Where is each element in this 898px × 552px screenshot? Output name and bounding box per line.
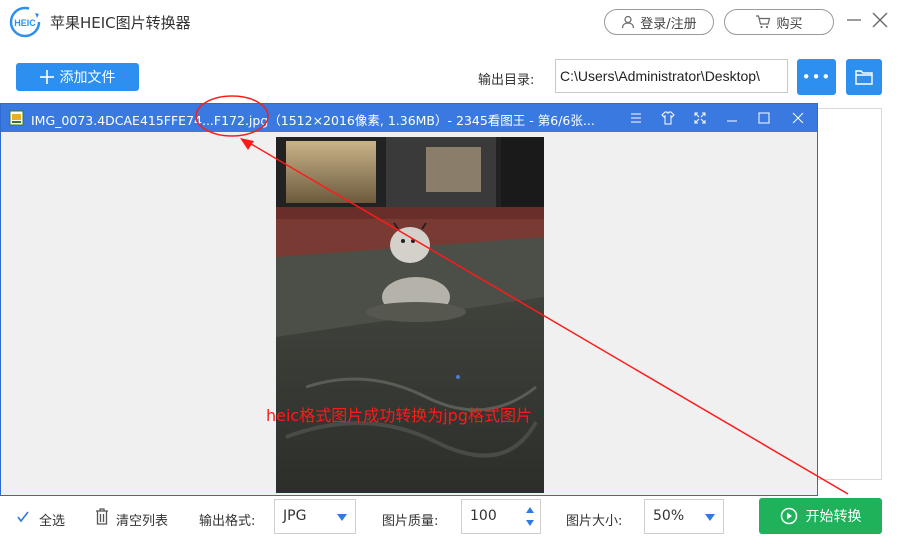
chevron-down-icon	[337, 514, 347, 521]
buy-label: 购买	[776, 16, 803, 32]
clear-list-button[interactable]: 清空列表	[116, 510, 168, 529]
chevron-down-icon	[705, 514, 715, 521]
logo-text: HEIC	[14, 18, 36, 28]
add-file-label: 添加文件	[59, 70, 116, 86]
output-format-value: JPG	[283, 508, 307, 524]
start-convert-button[interactable]: 开始转换	[759, 498, 882, 534]
quality-value: 100	[470, 508, 497, 524]
viewer-app-icon	[9, 110, 25, 126]
app-title: 苹果HEIC图片转换器	[50, 14, 191, 32]
viewer-minimize-icon[interactable]	[724, 110, 740, 126]
output-dir-input[interactable]: C:\Users\Administrator\Desktop\	[555, 59, 788, 93]
start-convert-label: 开始转换	[805, 509, 862, 525]
viewer-title: IMG_0073.4DCAE415FFE74...F172.jpg（1512×2…	[31, 113, 595, 128]
viewer-menu-icon[interactable]	[628, 110, 644, 126]
cart-icon	[756, 15, 771, 29]
login-button[interactable]: 登录/注册	[604, 9, 714, 35]
decrement-icon[interactable]	[526, 520, 534, 526]
quality-stepper[interactable]: 100	[461, 499, 541, 534]
snowman-photo	[276, 137, 544, 493]
play-circle-icon	[780, 507, 797, 525]
annotation-text: heic格式图片成功转换为jpg格式图片	[266, 406, 532, 425]
trash-icon[interactable]	[94, 508, 110, 525]
select-all-checkbox[interactable]	[16, 510, 30, 524]
user-icon	[622, 15, 635, 29]
login-label: 登录/注册	[640, 16, 697, 32]
app-logo-icon: HEIC	[8, 6, 42, 38]
output-dir-label: 输出目录:	[478, 73, 535, 88]
output-format-select[interactable]: JPG	[274, 499, 356, 534]
plus-icon	[39, 70, 54, 84]
size-select[interactable]: 50%	[644, 499, 724, 534]
viewer-maximize-icon[interactable]	[756, 110, 772, 126]
size-value: 50%	[653, 508, 685, 524]
minimize-icon[interactable]	[846, 12, 862, 28]
viewer-close-icon[interactable]	[790, 110, 806, 126]
viewer-fullscreen-icon[interactable]	[692, 110, 708, 126]
close-icon[interactable]	[872, 12, 888, 28]
viewer-title-bar[interactable]: IMG_0073.4DCAE415FFE74...F172.jpg（1512×2…	[1, 104, 817, 132]
open-folder-button[interactable]	[846, 59, 882, 95]
more-options-button[interactable]: •••	[797, 59, 836, 95]
add-file-button[interactable]: 添加文件	[16, 63, 139, 91]
increment-icon[interactable]	[526, 507, 534, 513]
folder-icon	[855, 70, 873, 85]
viewer-skin-icon[interactable]	[660, 110, 676, 126]
size-label: 图片大小:	[566, 514, 623, 529]
image-viewer-window: IMG_0073.4DCAE415FFE74...F172.jpg（1512×2…	[0, 103, 818, 496]
quality-label: 图片质量:	[382, 514, 439, 529]
output-format-label: 输出格式:	[199, 514, 256, 529]
select-all-label[interactable]: 全选	[39, 510, 65, 529]
buy-button[interactable]: 购买	[724, 9, 834, 35]
